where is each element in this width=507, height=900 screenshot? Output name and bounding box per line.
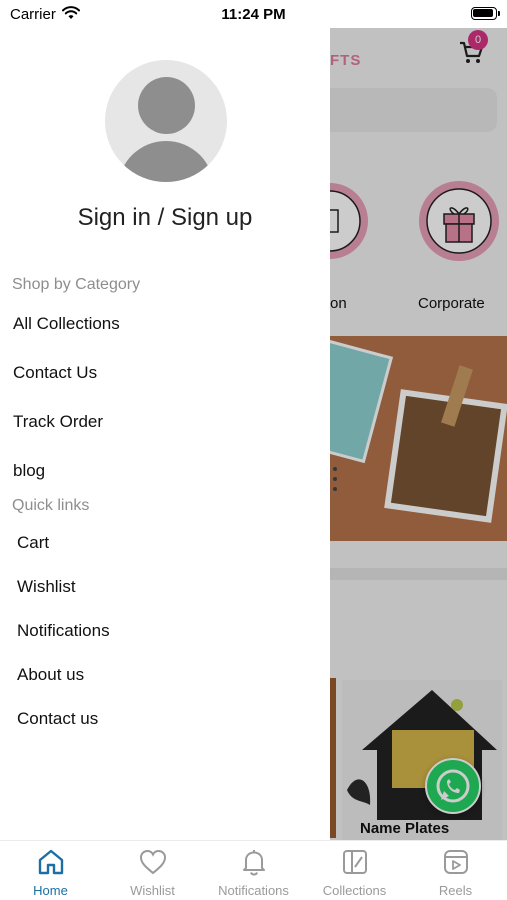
- collections-icon: [342, 850, 367, 874]
- avatar[interactable]: [105, 60, 227, 182]
- side-drawer: Sign in / Sign up Shop by Category All C…: [0, 28, 330, 840]
- tab-label-reels: Reels: [438, 883, 473, 898]
- sign-in-link[interactable]: Sign in / Sign up: [0, 204, 330, 232]
- tab-label-home: Home: [33, 883, 68, 898]
- tab-reels[interactable]: Reels: [405, 847, 506, 899]
- menu-item-blog[interactable]: blog: [13, 461, 45, 481]
- quick-link-about-us[interactable]: About us: [17, 665, 84, 685]
- drawer-overlay[interactable]: [330, 28, 507, 840]
- bottom-tab-bar: Home Wishlist Notifications Collections …: [0, 840, 507, 900]
- shop-by-category-heading: Shop by Category: [12, 276, 141, 293]
- home-icon: [38, 849, 63, 875]
- menu-item-contact-us[interactable]: Contact Us: [13, 363, 97, 383]
- tab-collections[interactable]: Collections: [304, 847, 405, 899]
- bell-icon: [242, 850, 265, 876]
- menu-item-all-collections[interactable]: All Collections: [13, 314, 120, 334]
- quick-links-heading: Quick links: [12, 497, 90, 514]
- quick-link-contact-us[interactable]: Contact us: [17, 709, 98, 729]
- tab-label-wishlist: Wishlist: [130, 883, 175, 898]
- battery-icon: [471, 7, 500, 20]
- tab-home[interactable]: Home: [0, 847, 101, 899]
- status-bar: Carrier 11:24 PM: [0, 0, 507, 28]
- reels-icon: [443, 850, 468, 874]
- quick-link-cart[interactable]: Cart: [17, 533, 49, 553]
- tab-label-notifications: Notifications: [218, 883, 289, 898]
- heart-icon: [139, 849, 166, 875]
- menu-item-track-order[interactable]: Track Order: [13, 412, 103, 432]
- quick-link-notifications[interactable]: Notifications: [17, 621, 110, 641]
- tab-label-collections: Collections: [322, 883, 387, 898]
- quick-link-wishlist[interactable]: Wishlist: [17, 577, 76, 597]
- tab-notifications[interactable]: Notifications: [203, 847, 304, 899]
- clock: 11:24 PM: [221, 6, 286, 23]
- tab-wishlist[interactable]: Wishlist: [102, 847, 203, 899]
